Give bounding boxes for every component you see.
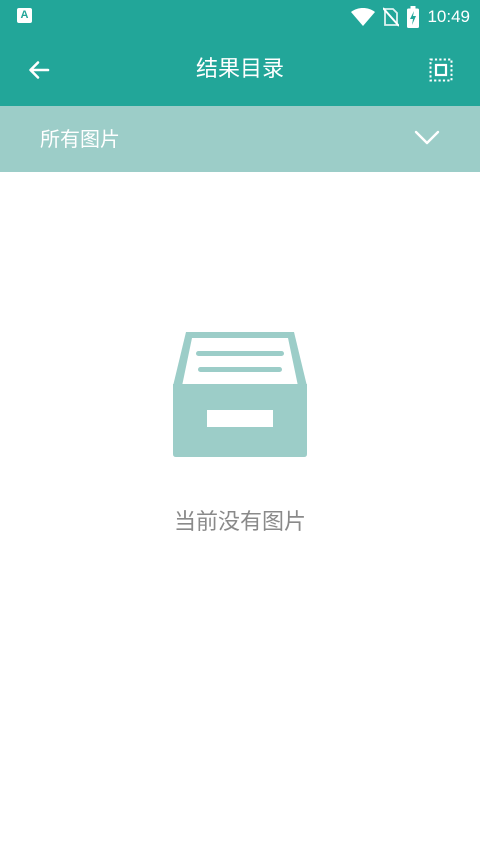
empty-state-message: 当前没有图片 xyxy=(173,510,306,535)
screen: A 10:49 结果目录 所有图片 当前没有图片 xyxy=(0,0,480,853)
page-title: 结果目录 xyxy=(195,57,284,82)
toolbar: 结果目录 xyxy=(0,34,480,106)
back-button[interactable] xyxy=(20,51,58,89)
filter-selected-label: 所有图片 xyxy=(40,127,120,151)
clock: 10:49 xyxy=(427,7,470,26)
status-bar: A 10:49 xyxy=(0,0,480,34)
no-sim-icon xyxy=(383,7,400,27)
app-notification-icon: A xyxy=(17,8,32,23)
empty-box-icon xyxy=(173,332,307,457)
wifi-icon xyxy=(351,8,376,26)
select-all-icon xyxy=(429,58,453,82)
album-filter-dropdown[interactable]: 所有图片 xyxy=(0,106,480,172)
chevron-down-icon xyxy=(414,130,440,145)
arrow-left-icon xyxy=(29,61,50,79)
status-icons: 10:49 xyxy=(351,0,470,34)
battery-charging-icon xyxy=(407,6,420,28)
select-all-button[interactable] xyxy=(422,51,460,89)
